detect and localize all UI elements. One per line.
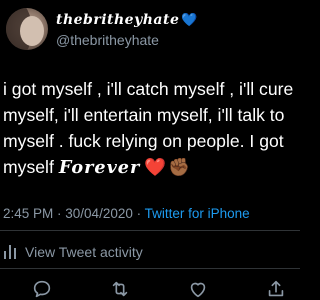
divider [0,268,300,269]
tweet-header: thebritheyhate 💙 @thebritheyhate [0,8,300,54]
share-button[interactable] [265,278,287,300]
view-activity-link[interactable]: View Tweet activity [3,244,143,260]
red-heart-icon: ❤️ [144,157,167,177]
tweet-time[interactable]: 2:45 PM [3,206,53,221]
tweet-meta: 2:45 PM · 30/04/2020 · Twitter for iPhon… [3,206,250,221]
blue-heart-icon: 💙 [181,13,199,28]
avatar-face [20,16,44,46]
divider [0,230,300,231]
meta-separator: · [53,206,66,221]
tweet-line-1: i got myself , i'll catch myself , i'll … [3,79,294,99]
raised-fist-icon: ✊🏾 [168,157,191,177]
meta-separator: · [132,206,145,221]
action-bar [0,276,300,300]
tweet-line-4: myself Forever ❤️ ✊🏾 [3,154,300,181]
view-activity-label: View Tweet activity [25,244,143,260]
activity-chart-icon [3,245,19,259]
reply-icon [33,280,51,298]
display-name[interactable]: thebritheyhate 💙 [56,12,198,28]
like-button[interactable] [187,278,209,300]
avatar[interactable] [6,8,48,50]
tweet-source-app[interactable]: Twitter for iPhone [145,206,250,221]
tweet-date[interactable]: 30/04/2020 [65,206,133,221]
retweet-button[interactable] [109,278,131,300]
display-name-text: thebritheyhate [56,12,180,28]
forever-word: Forever [58,157,141,178]
reply-button[interactable] [31,278,53,300]
like-icon [190,282,206,298]
tweet-text: i got myself , i'll catch myself , i'll … [3,76,300,188]
tweet-line-2: myself, i'll entertain myself, i'll talk… [3,105,285,125]
tweet-line-3: myself . fuck relying on people. I got [3,131,284,151]
user-handle[interactable]: @thebritheyhate [56,32,159,48]
tweet-line-4-text: myself [3,157,54,177]
share-icon [268,280,284,297]
retweet-icon [112,281,128,297]
